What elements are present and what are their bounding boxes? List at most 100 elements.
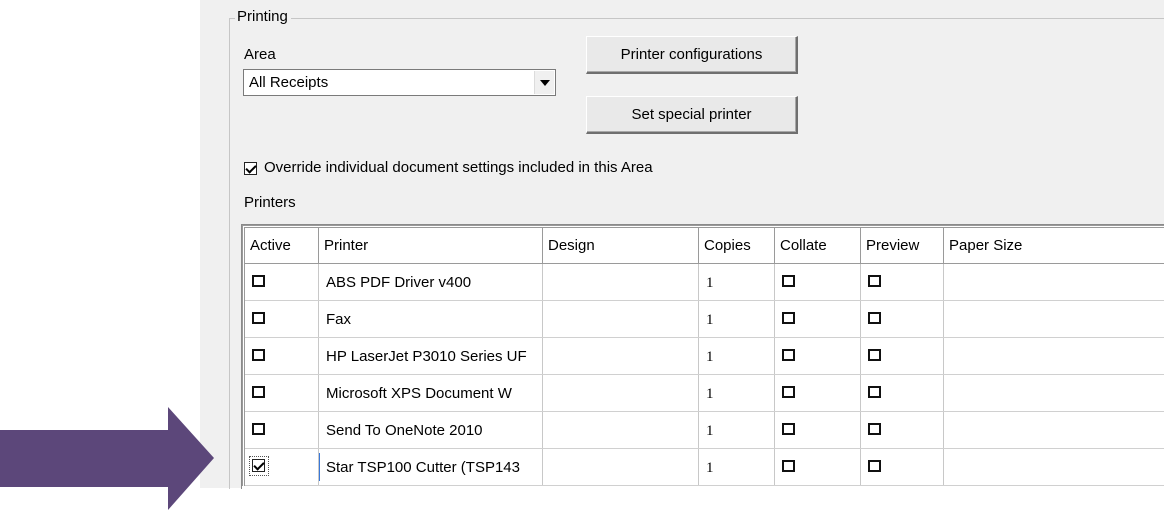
collate-checkbox[interactable] bbox=[782, 275, 795, 287]
active-checkbox[interactable] bbox=[252, 459, 265, 472]
active-checkbox[interactable] bbox=[252, 386, 265, 398]
copies-value: 1 bbox=[706, 460, 714, 476]
area-dropdown-value: All Receipts bbox=[249, 74, 329, 91]
copies-value: 1 bbox=[706, 423, 714, 439]
table-row[interactable]: HP LaserJet P3010 Series UF 1 bbox=[245, 338, 1164, 375]
preview-checkbox[interactable] bbox=[868, 349, 881, 361]
copies-value: 1 bbox=[706, 275, 714, 291]
preview-checkbox[interactable] bbox=[868, 386, 881, 398]
cell-focus-indicator bbox=[319, 453, 320, 481]
preview-cell[interactable] bbox=[861, 375, 944, 411]
table-row[interactable]: Send To OneNote 2010 1 bbox=[245, 412, 1164, 449]
copies-cell[interactable]: 1 bbox=[699, 449, 775, 485]
focused-checkbox-frame bbox=[249, 456, 269, 476]
printer-name: Send To OneNote 2010 bbox=[326, 422, 483, 439]
preview-checkbox[interactable] bbox=[868, 460, 881, 472]
preview-cell[interactable] bbox=[861, 264, 944, 300]
active-cell[interactable] bbox=[245, 301, 319, 337]
column-header-preview[interactable]: Preview bbox=[861, 228, 944, 263]
column-header-copies[interactable]: Copies bbox=[699, 228, 775, 263]
printers-label: Printers bbox=[244, 194, 296, 211]
collate-checkbox[interactable] bbox=[782, 312, 795, 324]
override-label: Override individual document settings in… bbox=[264, 159, 653, 176]
area-dropdown-button[interactable] bbox=[534, 71, 554, 94]
copies-cell[interactable]: 1 bbox=[699, 375, 775, 411]
active-cell[interactable] bbox=[245, 338, 319, 374]
pointer-arrow-shape bbox=[0, 407, 214, 510]
copies-cell[interactable]: 1 bbox=[699, 301, 775, 337]
table-body: ABS PDF Driver v400 1 Fax 1 HP LaserJet P301… bbox=[245, 264, 1164, 486]
printer-cell[interactable]: Star TSP100 Cutter (TSP143 bbox=[319, 449, 543, 485]
collate-cell[interactable] bbox=[775, 412, 861, 448]
active-checkbox[interactable] bbox=[252, 423, 265, 435]
printers-table: Active Printer Design Copies Collate Pre… bbox=[241, 224, 1164, 489]
preview-cell[interactable] bbox=[861, 449, 944, 485]
copies-cell[interactable]: 1 bbox=[699, 338, 775, 374]
printer-cell[interactable]: ABS PDF Driver v400 bbox=[319, 264, 543, 300]
paper-size-cell[interactable] bbox=[944, 449, 1164, 485]
printer-name: HP LaserJet P3010 Series UF bbox=[326, 348, 527, 365]
preview-cell[interactable] bbox=[861, 338, 944, 374]
preview-cell[interactable] bbox=[861, 412, 944, 448]
active-checkbox[interactable] bbox=[252, 312, 265, 324]
table-row[interactable]: Fax 1 bbox=[245, 301, 1164, 338]
set-special-printer-button[interactable]: Set special printer bbox=[586, 96, 798, 134]
area-label: Area bbox=[244, 46, 276, 63]
column-header-design[interactable]: Design bbox=[543, 228, 699, 263]
active-checkbox[interactable] bbox=[252, 349, 265, 361]
table-row[interactable]: Star TSP100 Cutter (TSP143 1 bbox=[245, 449, 1164, 486]
column-header-collate[interactable]: Collate bbox=[775, 228, 861, 263]
active-checkbox[interactable] bbox=[252, 275, 265, 287]
collate-cell[interactable] bbox=[775, 449, 861, 485]
active-cell[interactable] bbox=[245, 449, 319, 485]
preview-checkbox[interactable] bbox=[868, 275, 881, 287]
collate-cell[interactable] bbox=[775, 301, 861, 337]
paper-size-cell[interactable] bbox=[944, 338, 1164, 374]
collate-cell[interactable] bbox=[775, 338, 861, 374]
printer-cell[interactable]: Microsoft XPS Document W bbox=[319, 375, 543, 411]
printer-configurations-button[interactable]: Printer configurations bbox=[586, 36, 798, 74]
collate-checkbox[interactable] bbox=[782, 386, 795, 398]
printer-cell[interactable]: Fax bbox=[319, 301, 543, 337]
column-header-printer[interactable]: Printer bbox=[319, 228, 543, 263]
active-cell[interactable] bbox=[245, 412, 319, 448]
printer-name: Fax bbox=[326, 311, 352, 328]
printer-name: ABS PDF Driver v400 bbox=[326, 274, 472, 291]
collate-cell[interactable] bbox=[775, 375, 861, 411]
pointer-arrow-icon bbox=[0, 407, 214, 510]
printer-cell[interactable]: Send To OneNote 2010 bbox=[319, 412, 543, 448]
design-cell[interactable] bbox=[543, 449, 699, 485]
copies-cell[interactable]: 1 bbox=[699, 264, 775, 300]
copies-value: 1 bbox=[706, 349, 714, 365]
design-cell[interactable] bbox=[543, 338, 699, 374]
column-header-active[interactable]: Active bbox=[245, 228, 319, 263]
active-cell[interactable] bbox=[245, 264, 319, 300]
design-cell[interactable] bbox=[543, 375, 699, 411]
paper-size-cell[interactable] bbox=[944, 264, 1164, 300]
override-checkbox[interactable] bbox=[244, 162, 257, 175]
collate-cell[interactable] bbox=[775, 264, 861, 300]
table-row[interactable]: Microsoft XPS Document W 1 bbox=[245, 375, 1164, 412]
copies-cell[interactable]: 1 bbox=[699, 412, 775, 448]
table-row[interactable]: ABS PDF Driver v400 1 bbox=[245, 264, 1164, 301]
printer-name: Star TSP100 Cutter (TSP143 bbox=[326, 459, 520, 476]
preview-checkbox[interactable] bbox=[868, 312, 881, 324]
active-cell[interactable] bbox=[245, 375, 319, 411]
collate-checkbox[interactable] bbox=[782, 349, 795, 361]
design-cell[interactable] bbox=[543, 301, 699, 337]
area-dropdown[interactable]: All Receipts bbox=[243, 69, 556, 96]
column-header-paper-size[interactable]: Paper Size bbox=[944, 228, 1164, 263]
copies-value: 1 bbox=[706, 386, 714, 402]
paper-size-cell[interactable] bbox=[944, 412, 1164, 448]
preview-cell[interactable] bbox=[861, 301, 944, 337]
printer-cell[interactable]: HP LaserJet P3010 Series UF bbox=[319, 338, 543, 374]
copies-value: 1 bbox=[706, 312, 714, 328]
printer-name: Microsoft XPS Document W bbox=[326, 385, 512, 402]
preview-checkbox[interactable] bbox=[868, 423, 881, 435]
design-cell[interactable] bbox=[543, 264, 699, 300]
collate-checkbox[interactable] bbox=[782, 460, 795, 472]
design-cell[interactable] bbox=[543, 412, 699, 448]
paper-size-cell[interactable] bbox=[944, 375, 1164, 411]
collate-checkbox[interactable] bbox=[782, 423, 795, 435]
paper-size-cell[interactable] bbox=[944, 301, 1164, 337]
